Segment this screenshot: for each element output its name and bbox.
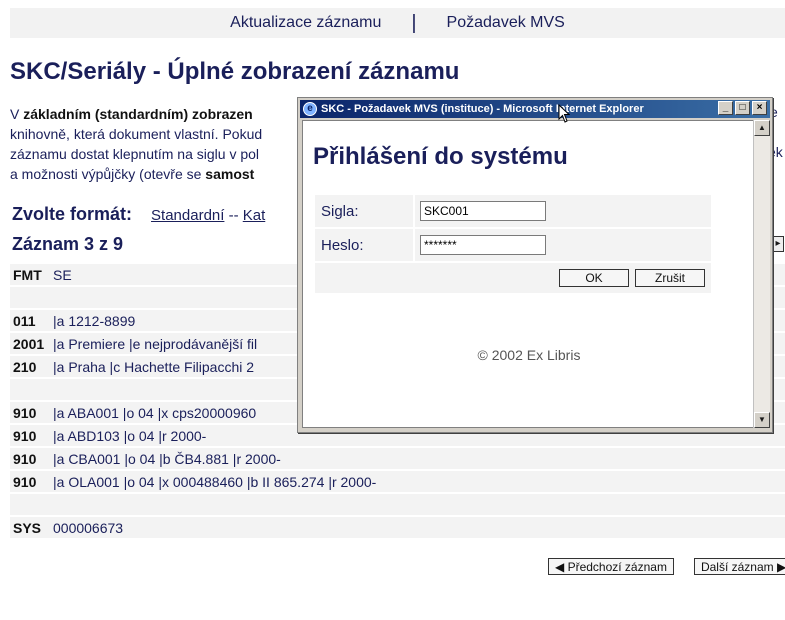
login-form: Sigla: Heslo: OK Zrušit <box>315 195 711 293</box>
previous-record-button[interactable]: ◀ Předchozí záznam <box>548 558 674 575</box>
field-tag: 910 <box>10 471 50 492</box>
table-row: 910 |a CBA001 |o 04 |b ČB4.881 |r 2000- <box>10 448 785 469</box>
popup-titlebar[interactable]: e SKC - Požadavek MVS (instituce) - Micr… <box>300 100 770 118</box>
format-standard-link[interactable]: Standardní <box>151 207 224 224</box>
record-count: Záznam 3 z 9 <box>12 234 124 254</box>
field-tag: FMT <box>10 264 50 285</box>
format-separator: -- <box>224 207 243 224</box>
field-value <box>50 494 785 515</box>
intro-line1-bold: základním (standardním) zobrazen <box>23 106 253 122</box>
format-label: Zvolte formát: <box>12 204 133 224</box>
page-title: SKC/Seriály - Úplné zobrazení záznamu <box>10 58 460 85</box>
intro-line4-pre: a možnosti výpůjčky (otevře se <box>10 166 206 182</box>
field-tag: 2001 <box>10 333 50 354</box>
record-navigation: ◀ Předchozí záznam Další záznam ▶ <box>548 558 785 575</box>
top-navigation: Aktualizace záznamu | Požadavek MVS <box>10 8 785 38</box>
heslo-label: Heslo: <box>315 229 415 261</box>
table-row <box>10 494 785 515</box>
table-row: SYS 000006673 <box>10 517 785 538</box>
maximize-button[interactable]: □ <box>735 101 750 115</box>
vertical-scrollbar[interactable]: ▲ ▼ <box>753 120 770 428</box>
password-input[interactable] <box>420 235 546 255</box>
ok-button[interactable]: OK <box>559 269 629 287</box>
mouse-cursor-icon <box>558 104 570 123</box>
field-tag: 910 <box>10 402 50 423</box>
field-tag: 910 <box>10 425 50 446</box>
field-tag: 210 <box>10 356 50 377</box>
minimize-button[interactable]: _ <box>718 101 733 115</box>
scroll-down-icon[interactable]: ▼ <box>754 412 770 428</box>
format-catalog-link[interactable]: Kat <box>243 207 266 224</box>
field-tag: 910 <box>10 448 50 469</box>
ie-icon: e <box>303 102 317 116</box>
scroll-up-icon[interactable]: ▲ <box>754 120 770 136</box>
intro-line1-pre: V <box>10 106 24 122</box>
cancel-button[interactable]: Zrušit <box>635 269 705 287</box>
intro-line4-bold: samost <box>205 166 255 182</box>
field-tag <box>10 287 50 308</box>
field-tag: SYS <box>10 517 50 538</box>
field-tag <box>10 379 50 400</box>
update-record-link[interactable]: Aktualizace záznamu <box>230 14 381 32</box>
field-value: |a CBA001 |o 04 |b ČB4.881 |r 2000- <box>50 448 785 469</box>
table-row: 910 |a OLA001 |o 04 |x 000488460 |b II 86… <box>10 471 785 492</box>
login-popup-window: e SKC - Požadavek MVS (instituce) - Micr… <box>297 97 773 433</box>
format-selector: Zvolte formát: Standardní -- Kat <box>12 204 265 225</box>
copyright-text: © 2002 Ex Libris <box>477 347 581 363</box>
mvs-request-link[interactable]: Požadavek MVS <box>447 14 565 32</box>
right-arrow-icon[interactable]: ▸ <box>772 236 784 252</box>
field-tag <box>10 494 50 515</box>
field-tag: 011 <box>10 310 50 331</box>
field-value: 000006673 <box>50 517 785 538</box>
close-button[interactable]: × <box>752 101 767 115</box>
popup-window-title: SKC - Požadavek MVS (instituce) - Micros… <box>321 103 644 115</box>
sigla-input[interactable] <box>420 201 546 221</box>
popup-content: Přihlášení do systému Sigla: Heslo: OK Z… <box>302 120 754 428</box>
login-heading: Přihlášení do systému <box>313 143 568 170</box>
sigla-label: Sigla: <box>315 195 415 227</box>
nav-separator: | <box>411 11 417 34</box>
next-record-button[interactable]: Další záznam ▶ <box>693 558 785 575</box>
field-value: |a OLA001 |o 04 |x 000488460 |b II 865.2… <box>50 471 785 492</box>
